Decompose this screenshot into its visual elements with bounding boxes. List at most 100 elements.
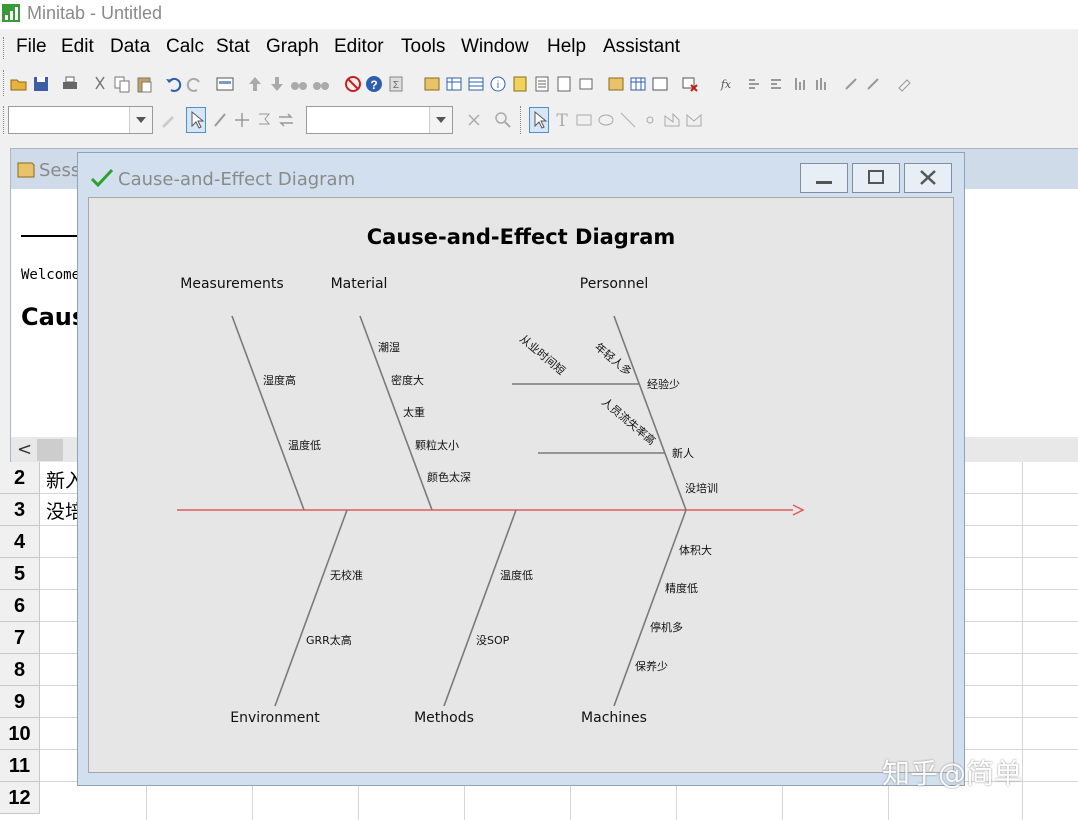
menu-calc[interactable]: Calc bbox=[166, 36, 204, 58]
cause-label: 太重 bbox=[403, 405, 425, 419]
function-icon[interactable]: fx bbox=[716, 74, 736, 94]
show-graph-icon[interactable] bbox=[650, 74, 670, 94]
clear-icon[interactable] bbox=[894, 74, 914, 94]
save-icon[interactable] bbox=[31, 74, 51, 94]
cut-icon[interactable] bbox=[90, 74, 110, 94]
edit-graph-icon[interactable] bbox=[158, 110, 178, 130]
zoom-icon[interactable] bbox=[493, 110, 513, 130]
chevron-down-icon[interactable] bbox=[129, 107, 152, 133]
worksheet-icon[interactable] bbox=[466, 74, 486, 94]
close-button[interactable] bbox=[904, 163, 952, 193]
row-header[interactable]: 10 bbox=[0, 718, 40, 750]
project-manager-icon[interactable] bbox=[576, 74, 596, 94]
delete-icon[interactable] bbox=[464, 110, 484, 130]
info-icon[interactable]: i bbox=[488, 74, 508, 94]
row-header[interactable]: 7 bbox=[0, 622, 40, 654]
menu-graph[interactable]: Graph bbox=[266, 36, 319, 58]
redo-icon[interactable] bbox=[185, 74, 205, 94]
cell-formula-icon[interactable] bbox=[864, 74, 884, 94]
session-divider bbox=[21, 235, 81, 237]
graph-select-combo[interactable] bbox=[8, 106, 153, 134]
sub-cause-label: 年轻人多 bbox=[592, 340, 635, 379]
toolbar-grip[interactable] bbox=[3, 70, 6, 96]
menu-edit[interactable]: Edit bbox=[61, 36, 94, 58]
paste-icon[interactable] bbox=[134, 74, 154, 94]
graph-canvas[interactable]: Cause-and-Effect Diagram Measurements Ma… bbox=[88, 197, 954, 773]
column-formula-icon[interactable] bbox=[842, 74, 862, 94]
replace-icon[interactable] bbox=[311, 74, 331, 94]
new-document-icon[interactable] bbox=[554, 74, 574, 94]
row-header[interactable]: 9 bbox=[0, 686, 40, 718]
data-window-icon[interactable] bbox=[444, 74, 464, 94]
row-header[interactable]: 5 bbox=[0, 558, 40, 590]
line-tool-icon[interactable] bbox=[618, 110, 638, 130]
text-tool-icon[interactable]: T bbox=[552, 110, 572, 131]
scroll-left-icon[interactable]: < bbox=[17, 439, 32, 460]
close-graphs-icon[interactable] bbox=[680, 74, 700, 94]
bone-measurements bbox=[231, 315, 305, 511]
row-header[interactable]: 3 bbox=[0, 494, 40, 526]
bone-methods bbox=[443, 509, 517, 707]
history-icon[interactable] bbox=[510, 74, 530, 94]
edit-last-dialog-icon[interactable] bbox=[215, 74, 235, 94]
minimize-button[interactable] bbox=[800, 163, 848, 193]
branch-label-environment: Environment bbox=[230, 710, 320, 726]
session-window-icon[interactable] bbox=[422, 74, 442, 94]
undo-icon[interactable] bbox=[163, 74, 183, 94]
maximize-button[interactable] bbox=[852, 163, 900, 193]
row-header[interactable]: 4 bbox=[0, 526, 40, 558]
row-header[interactable]: 8 bbox=[0, 654, 40, 686]
show-session-icon[interactable] bbox=[606, 74, 626, 94]
report-pad-icon[interactable] bbox=[532, 74, 552, 94]
cause-label: 温度低 bbox=[500, 568, 533, 582]
annotation-pointer-icon[interactable] bbox=[529, 107, 549, 133]
menu-help[interactable]: Help bbox=[547, 36, 586, 58]
ellipse-tool-icon[interactable] bbox=[596, 110, 616, 130]
toolbar-grip-2[interactable] bbox=[3, 106, 6, 134]
scrollbar-thumb[interactable] bbox=[37, 439, 63, 461]
polygon-tool-icon[interactable] bbox=[684, 110, 704, 130]
move-up-icon[interactable] bbox=[245, 74, 265, 94]
menu-file[interactable]: File bbox=[16, 36, 47, 58]
toggle-icon[interactable] bbox=[276, 110, 296, 130]
brush-icon[interactable] bbox=[210, 110, 230, 130]
move-columns-icon[interactable] bbox=[812, 74, 832, 94]
toolbar-grip-3[interactable] bbox=[520, 106, 523, 134]
cause-label: 精度低 bbox=[665, 581, 698, 595]
polyline-tool-icon[interactable] bbox=[662, 110, 682, 130]
find-icon[interactable] bbox=[289, 74, 309, 94]
graph-window[interactable]: Cause-and-Effect Diagram Cause-and-Effec… bbox=[77, 152, 965, 786]
crosshairs-icon[interactable] bbox=[232, 110, 252, 130]
show-worksheet-icon[interactable] bbox=[628, 74, 648, 94]
menu-stat[interactable]: Stat bbox=[216, 36, 250, 58]
insert-columns-icon[interactable] bbox=[790, 74, 810, 94]
item-select-combo[interactable] bbox=[306, 106, 453, 134]
copy-icon[interactable] bbox=[112, 74, 132, 94]
cancel-icon[interactable] bbox=[343, 74, 363, 94]
menu-editor[interactable]: Editor bbox=[334, 36, 384, 58]
insert-cells-icon[interactable] bbox=[746, 74, 766, 94]
stat-guide-icon[interactable]: Σ bbox=[386, 74, 406, 94]
rectangle-tool-icon[interactable] bbox=[574, 110, 594, 130]
move-down-icon[interactable] bbox=[267, 74, 287, 94]
menu-assistant[interactable]: Assistant bbox=[603, 36, 680, 58]
marker-tool-icon[interactable] bbox=[640, 110, 660, 130]
menu-tools[interactable]: Tools bbox=[401, 36, 445, 58]
row-header[interactable]: 2 bbox=[0, 462, 40, 494]
row-header[interactable]: 12 bbox=[0, 782, 40, 814]
row-header[interactable]: 11 bbox=[0, 750, 40, 782]
menu-data[interactable]: Data bbox=[110, 36, 150, 58]
chevron-down-icon[interactable] bbox=[429, 107, 452, 133]
menu-grip[interactable] bbox=[3, 37, 6, 59]
print-icon[interactable] bbox=[60, 74, 80, 94]
cause-label: 温度低 bbox=[288, 438, 321, 452]
checkmark-icon bbox=[90, 168, 114, 188]
select-pointer-icon[interactable] bbox=[186, 107, 206, 133]
svg-text:Σ: Σ bbox=[393, 80, 399, 91]
open-icon[interactable] bbox=[9, 74, 29, 94]
flag-icon[interactable] bbox=[254, 110, 274, 130]
row-header[interactable]: 6 bbox=[0, 590, 40, 622]
help-icon[interactable]: ? bbox=[364, 74, 384, 94]
insert-rows-icon[interactable] bbox=[768, 74, 788, 94]
menu-window[interactable]: Window bbox=[461, 36, 529, 58]
